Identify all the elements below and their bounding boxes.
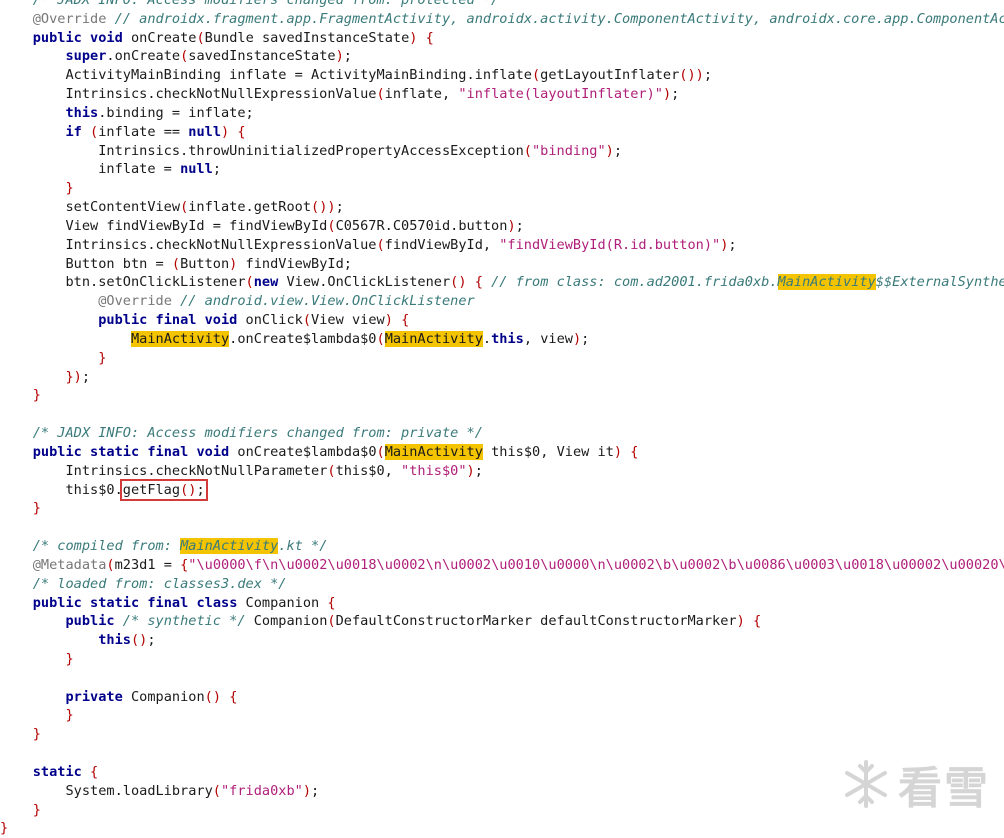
code-line: } — [32, 500, 41, 517]
search-highlight: MainActivity — [180, 538, 279, 555]
code-line: MainActivity.onCreate$lambda$0(MainActiv… — [130, 330, 590, 347]
code-line: } — [65, 650, 74, 667]
snowflake-icon — [845, 760, 887, 808]
code-line: public static final void onCreate$lambda… — [32, 443, 639, 460]
code-line: @Override // android.view.View.OnClickLi… — [98, 293, 475, 310]
code-line: public void onCreate(Bundle savedInstanc… — [32, 29, 434, 46]
code-line: Intrinsics.checkNotNullParameter(this$0,… — [0, 462, 483, 479]
code-line: super.onCreate(savedInstanceState); — [65, 48, 352, 65]
code-line: View findViewById = findViewById(C0567R.… — [0, 217, 524, 234]
code-line: } — [65, 707, 74, 724]
code-line: }); — [65, 368, 91, 385]
code-line: Intrinsics.checkNotNullExpressionValue(i… — [0, 86, 680, 103]
search-highlight: MainActivity — [384, 443, 483, 460]
search-highlight: MainActivity — [384, 330, 483, 347]
code-line: /* compiled from: MainActivity.kt */ — [32, 538, 328, 555]
code-line: } — [32, 387, 41, 404]
code-line: ActivityMainBinding inflate = ActivityMa… — [0, 67, 713, 84]
code-line: public /* synthetic */ Companion(Default… — [65, 613, 762, 630]
code-line: this.binding = inflate; — [65, 104, 254, 121]
code-line: /* JADX INFO: Access modifiers changed f… — [32, 425, 483, 442]
code-line: setContentView(inflate.getRoot()); — [0, 199, 344, 216]
code-line: } — [0, 820, 9, 837]
code-line: Intrinsics.throwUninitializedPropertyAcc… — [0, 142, 623, 159]
code-line: /* loaded from: classes3.dex */ — [32, 575, 287, 592]
code-line: public static final class Companion { — [32, 594, 336, 611]
code-line: /* JADX INFO: Access modifiers changed f… — [32, 0, 500, 8]
code-line: btn.setOnClickListener(new View.OnClickL… — [0, 274, 1004, 291]
code-line: this$0.getFlag(); — [0, 478, 208, 501]
code-line: private Companion() { — [65, 688, 238, 705]
code-line: Button btn = (Button) findViewById; — [0, 255, 352, 272]
code-line: @Override // androidx.fragment.app.Fragm… — [32, 10, 1004, 27]
code-line: } — [32, 726, 41, 743]
code-line: } — [65, 180, 74, 197]
search-highlight: MainActivity — [777, 274, 876, 291]
watermark-text: 看雪 — [898, 763, 990, 814]
search-highlight: MainActivity — [130, 330, 230, 347]
selection-box: getFlag(); — [119, 478, 208, 501]
code-line: Intrinsics.checkNotNullExpressionValue(f… — [0, 236, 737, 253]
code-line: @Metadata(m23d1 = {"\u0000\f\n\u0002\u00… — [32, 556, 1004, 573]
code-editor[interactable]: /* JADX INFO: Access modifiers changed f… — [0, 0, 1004, 838]
code-line: if (inflate == null) { — [65, 123, 246, 140]
watermark: 看雪 — [840, 752, 990, 816]
code-line: inflate = null; — [0, 161, 221, 178]
code-line: } — [98, 349, 107, 366]
code-line: public final void onClick(View view) { — [98, 312, 410, 329]
code-line: this(); — [98, 632, 156, 649]
